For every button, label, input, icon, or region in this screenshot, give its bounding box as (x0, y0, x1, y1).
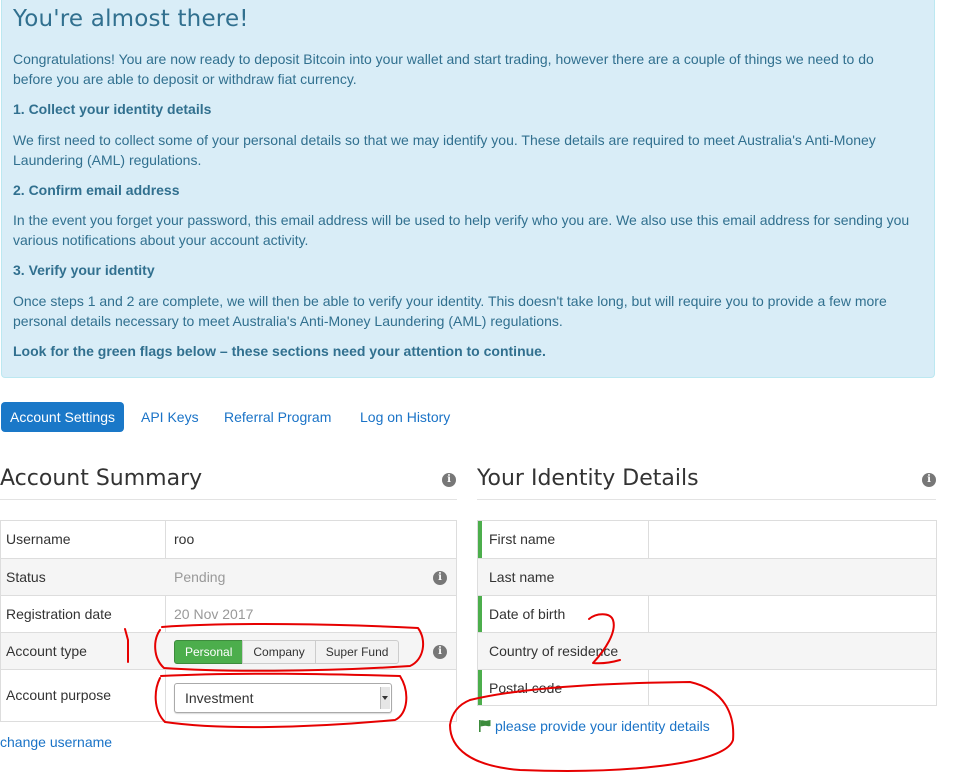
step2-text: In the event you forget your password, t… (13, 212, 910, 248)
welcome-alert: You're almost there! Congratulations! Yo… (1, 0, 935, 378)
table-row-username: Username roo (1, 521, 456, 558)
account-type-info-icon[interactable]: i (433, 645, 447, 659)
table-row-registration: Registration date 20 Nov 2017 (1, 595, 456, 632)
alert-title: You're almost there! (13, 6, 249, 32)
status-label: Status (6, 569, 46, 585)
table-row-status: Status Pending i (1, 558, 456, 595)
account-purpose-label: Account purpose (6, 687, 112, 703)
account-type-label: Account type (6, 643, 87, 659)
table-row: Postal code (478, 669, 936, 706)
tab-account-settings[interactable]: Account Settings (1, 402, 125, 432)
registration-label: Registration date (6, 606, 112, 622)
registration-value: 20 Nov 2017 (174, 606, 254, 622)
account-type-super-fund-button[interactable]: Super Fund (314, 640, 400, 664)
table-row-account-type: Account type Personal Company Super Fund… (1, 632, 456, 669)
status-info-icon[interactable]: i (433, 571, 447, 585)
tab-referral-program[interactable]: Referral Program (224, 402, 331, 432)
table-row: First name (478, 521, 936, 558)
account-summary-title: Account Summary (0, 466, 203, 491)
username-label: Username (6, 531, 71, 547)
green-flag-icon (479, 720, 491, 732)
step1-text: We first need to collect some of your pe… (13, 132, 876, 168)
last-name-label: Last name (489, 569, 555, 585)
account-purpose-value: Investment (185, 690, 254, 706)
date-of-birth-label: Date of birth (489, 606, 566, 622)
chevron-down-icon (380, 687, 390, 709)
step3-text: Once steps 1 and 2 are complete, we will… (13, 293, 887, 329)
change-username-link[interactable]: change username (0, 734, 112, 750)
account-summary-table: Username roo Status Pending i Registrati… (0, 520, 457, 722)
step1-title: 1. Collect your identity details (13, 101, 212, 117)
info-icon[interactable]: i (442, 473, 456, 487)
alert-footer: Look for the green flags below – these s… (13, 343, 546, 359)
table-row: Date of birth (478, 595, 936, 632)
account-type-selector: Personal Company Super Fund (174, 640, 400, 664)
table-row: Country of residence (478, 632, 936, 669)
section-divider (477, 499, 936, 500)
alert-intro: Congratulations! You are now ready to de… (13, 51, 874, 87)
first-name-label: First name (489, 531, 556, 547)
step3-title: 3. Verify your identity (13, 262, 155, 278)
step2-title: 2. Confirm email address (13, 182, 180, 198)
username-value: roo (174, 531, 195, 547)
identity-details-title: Your Identity Details (477, 466, 699, 491)
account-type-company-button[interactable]: Company (242, 640, 316, 664)
country-label: Country of residence (489, 643, 619, 659)
status-value: Pending (174, 569, 226, 585)
postal-code-label: Postal code (489, 680, 563, 696)
table-row-account-purpose: Account purpose Investment (1, 669, 456, 721)
tab-log-on-history[interactable]: Log on History (360, 402, 450, 432)
tab-api-keys[interactable]: API Keys (141, 402, 199, 432)
section-divider (0, 499, 457, 500)
account-purpose-select[interactable]: Investment (174, 683, 392, 713)
provide-identity-link[interactable]: please provide your identity details (495, 718, 710, 734)
identity-info-icon[interactable]: i (922, 473, 936, 487)
account-type-personal-button[interactable]: Personal (174, 640, 244, 664)
table-row: Last name (478, 558, 936, 595)
identity-details-table: First name Last name Date of birth Count… (477, 520, 937, 706)
